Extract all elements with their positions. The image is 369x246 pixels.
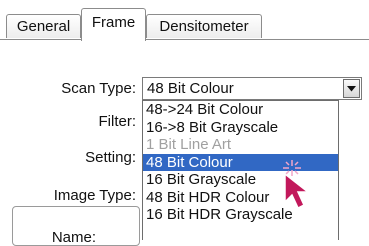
image-type-label: Image Type: bbox=[53, 187, 136, 204]
dropdown-option[interactable]: 16->8 Bit Grayscale bbox=[143, 119, 338, 137]
dropdown-option[interactable]: 48->24 Bit Colour bbox=[143, 101, 338, 119]
dropdown-option-disabled: 1 Bit Line Art bbox=[146, 136, 232, 153]
scan-type-label: Scan Type: bbox=[61, 80, 136, 97]
name-label: Name: bbox=[51, 229, 96, 246]
tab-frame[interactable]: Frame bbox=[81, 8, 146, 41]
tab-bar: General Frame Densitometer bbox=[0, 0, 369, 41]
tab-general[interactable]: General bbox=[6, 14, 81, 38]
pointer-cursor-icon bbox=[283, 160, 311, 210]
scan-type-selected-value: 48 Bit Colour bbox=[147, 80, 234, 97]
filter-label: Filter: bbox=[98, 113, 137, 130]
dropdown-button[interactable] bbox=[343, 79, 360, 98]
tab-densitometer[interactable]: Densitometer bbox=[146, 14, 262, 38]
scan-type-select[interactable]: 48 Bit Colour bbox=[142, 77, 362, 100]
setting-label: Setting: bbox=[85, 149, 136, 166]
chevron-down-icon bbox=[347, 86, 356, 92]
